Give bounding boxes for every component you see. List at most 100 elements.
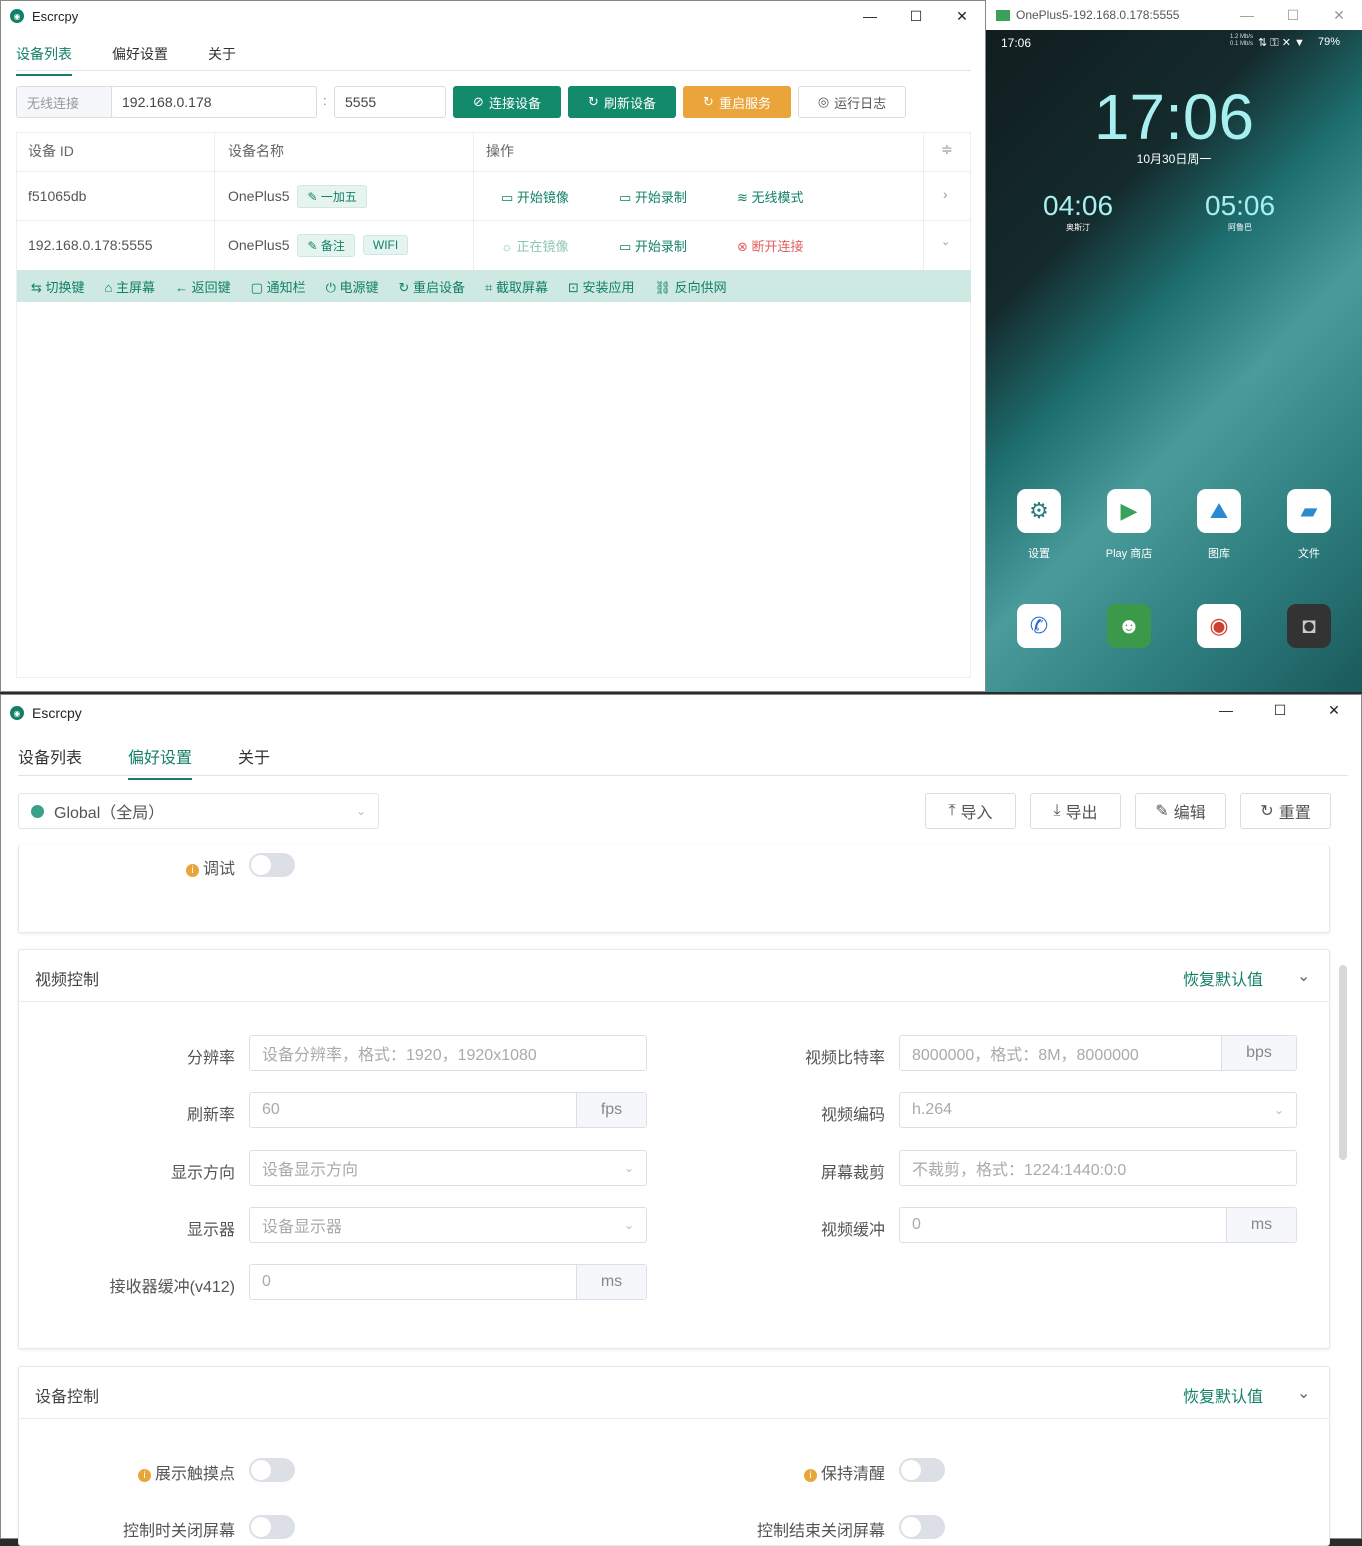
debug-toggle[interactable]: [249, 853, 295, 877]
placeholder: 设备分辨率，格式：1920，1920x1080: [262, 1047, 537, 1064]
date: 10月30日周一: [1136, 152, 1212, 166]
gallery-app-icon[interactable]: ⛰: [1197, 489, 1241, 533]
label: 反向供网: [674, 279, 727, 295]
edit-icon: ✎: [1155, 803, 1169, 820]
display-select[interactable]: 设备显示器 ⌄: [249, 1207, 647, 1243]
eye-icon: ◎: [817, 94, 830, 109]
video-reset-defaults-link[interactable]: 恢复默认值: [1183, 966, 1263, 990]
ip-input[interactable]: 192.168.0.178: [111, 86, 317, 118]
connect-device-button[interactable]: ⊘ 连接设备: [453, 86, 561, 118]
turn-screen-off-toggle[interactable]: [249, 1515, 295, 1539]
install-app-button[interactable]: ⊡ 安装应用: [568, 277, 635, 296]
wifi-tag: WIFI: [362, 235, 409, 255]
row-divider: [16, 171, 971, 172]
scope-select[interactable]: Global（全局） ⌄: [18, 793, 379, 829]
phone-window-title: OnePlus5-192.168.0.178:5555: [1016, 8, 1180, 22]
maximize-button[interactable]: ☐: [893, 1, 939, 31]
edit-button[interactable]: ✎ 编辑: [1135, 793, 1226, 829]
export-button[interactable]: ⤓ 导出: [1030, 793, 1121, 829]
disconnect-button[interactable]: ⊗ 断开连接: [737, 236, 804, 255]
collapse-row-icon[interactable]: ⌄: [941, 235, 950, 248]
receiver-buffer-input[interactable]: 0 ms: [249, 1264, 647, 1300]
play-store-app-icon[interactable]: ▶: [1107, 489, 1151, 533]
run-log-button[interactable]: ◎ 运行日志: [798, 86, 906, 118]
stay-awake-label: i 保持清醒: [701, 1460, 885, 1484]
action-label: 断开连接: [751, 239, 804, 254]
port-input[interactable]: 5555: [334, 86, 446, 118]
unit-suffix: ms: [576, 1265, 646, 1299]
power-button[interactable]: ⏻ 电源键: [326, 277, 379, 296]
device-name: OnePlus5: [228, 237, 290, 253]
reset-button[interactable]: ↻ 重置: [1240, 793, 1331, 829]
info-icon: i: [803, 1469, 817, 1482]
maximize-button[interactable]: ☐: [1270, 0, 1316, 30]
crop-input[interactable]: 不裁剪，格式：1224:1440:0:0: [899, 1150, 1297, 1186]
chevron-down-icon: ⌄: [355, 804, 366, 818]
value: 0: [262, 1273, 271, 1290]
start-record-button[interactable]: ▭ 开始录制: [619, 187, 687, 206]
label: 展示触摸点: [154, 1466, 235, 1483]
app-logo-icon: ◉: [10, 9, 24, 23]
reverse-tether-button[interactable]: ⛓ 反向供网: [655, 277, 727, 296]
fps-input[interactable]: 60 fps: [249, 1092, 647, 1128]
home-button[interactable]: ⌂ 主屏幕: [105, 277, 155, 296]
screenshot-button[interactable]: ⌗ 截取屏幕: [485, 277, 548, 296]
scrollbar-thumb[interactable]: [1339, 965, 1347, 1160]
device-reset-defaults-link[interactable]: 恢复默认值: [1183, 1383, 1263, 1407]
tag-label: 一加五: [320, 189, 357, 204]
camera-app-icon[interactable]: ◘: [1287, 604, 1331, 648]
power-off-on-close-toggle[interactable]: [899, 1515, 945, 1539]
refresh-devices-button[interactable]: ↻ 刷新设备: [568, 86, 676, 118]
start-mirror-button[interactable]: ▭ 开始镜像: [501, 187, 569, 206]
minimize-button[interactable]: —: [847, 1, 893, 31]
switch-key-button[interactable]: ⇆ 切换键: [31, 277, 85, 296]
tab-device-list[interactable]: 设备列表: [16, 44, 72, 76]
unit-suffix: fps: [576, 1093, 646, 1127]
collapse-chevron-icon[interactable]: ⌄: [1297, 1383, 1310, 1403]
codec-select[interactable]: h.264 ⌄: [899, 1092, 1297, 1128]
tab-preferences[interactable]: 偏好设置: [112, 44, 168, 76]
close-button[interactable]: ✕: [1316, 0, 1362, 30]
chrome-app-icon[interactable]: ◉: [1197, 604, 1241, 648]
close-button[interactable]: ✕: [939, 1, 985, 31]
button-label: 刷新设备: [603, 95, 656, 111]
tag-label: 备注: [320, 238, 345, 253]
tab-about[interactable]: 关于: [208, 44, 236, 76]
settings-app-icon[interactable]: ⚙: [1017, 489, 1061, 533]
close-button[interactable]: ✕: [1307, 695, 1361, 731]
wireless-label: 无线连接: [16, 86, 112, 118]
window-controls: — ☐ ✕: [1199, 695, 1361, 731]
phone-app-icon[interactable]: ✆: [1017, 604, 1061, 648]
orientation-select[interactable]: 设备显示方向 ⌄: [249, 1150, 647, 1186]
import-button[interactable]: ⤒ 导入: [925, 793, 1016, 829]
start-record-button[interactable]: ▭ 开始录制: [619, 236, 687, 255]
files-app-icon[interactable]: ▰: [1287, 489, 1331, 533]
bitrate-input[interactable]: 8000000，格式：8M，8000000 bps: [899, 1035, 1297, 1071]
minimize-button[interactable]: —: [1199, 695, 1253, 731]
maximize-button[interactable]: ☐: [1253, 695, 1307, 731]
minimize-button[interactable]: —: [1224, 0, 1270, 30]
display-label: 显示器: [186, 1222, 235, 1239]
net-up: 1.2 Mb/s: [1230, 34, 1254, 40]
action-label: 开始镜像: [516, 190, 569, 205]
codec-label: 视频编码: [820, 1107, 885, 1124]
video-buffer-input[interactable]: 0 ms: [899, 1207, 1297, 1243]
edit-remark-tag[interactable]: ✎ 一加五: [297, 184, 367, 208]
wireless-mode-button[interactable]: ≋ 无线模式: [737, 187, 804, 206]
label: 切换键: [45, 279, 85, 295]
restart-service-button[interactable]: ↻ 重启服务: [683, 86, 791, 118]
back-button[interactable]: ← 返回键: [175, 277, 231, 296]
edit-remark-tag[interactable]: ✎ 备注: [297, 233, 355, 257]
collapse-chevron-icon[interactable]: ⌄: [1297, 966, 1310, 986]
action-label: 正在镜像: [516, 239, 569, 254]
column-settings-icon[interactable]: ≑: [941, 141, 953, 158]
messaging-app-icon[interactable]: ☻: [1107, 604, 1151, 648]
reboot-button[interactable]: ↻ 重启设备: [399, 277, 466, 296]
mirroring-status-button[interactable]: ☼ 正在镜像: [501, 236, 569, 255]
show-touches-toggle[interactable]: [249, 1458, 295, 1482]
value: 0: [912, 1216, 921, 1233]
resolution-input[interactable]: 设备分辨率，格式：1920，1920x1080: [249, 1035, 647, 1071]
expand-row-icon[interactable]: ›: [943, 186, 948, 202]
notification-button[interactable]: ▢ 通知栏: [251, 277, 306, 296]
stay-awake-toggle[interactable]: [899, 1458, 945, 1482]
